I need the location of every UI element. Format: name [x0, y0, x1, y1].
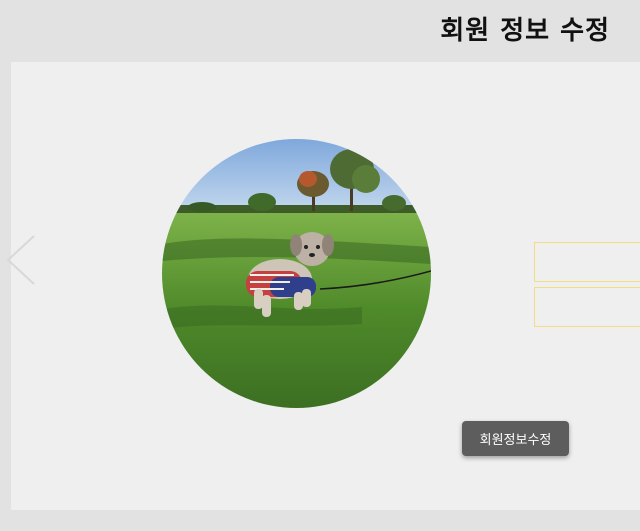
dog-photo-image: [162, 139, 431, 408]
chevron-left-icon: [6, 235, 35, 285]
update-profile-button[interactable]: 회원정보수정: [462, 421, 569, 456]
header: 회원 정보 수정: [0, 0, 640, 62]
profile-input-2[interactable]: [535, 288, 640, 326]
profile-field-1[interactable]: [534, 242, 640, 282]
profile-field-2[interactable]: [534, 287, 640, 327]
profile-input-1[interactable]: [535, 243, 640, 281]
page-title: 회원 정보 수정: [440, 16, 610, 46]
back-button[interactable]: [0, 228, 40, 292]
profile-photo[interactable]: [162, 139, 431, 408]
